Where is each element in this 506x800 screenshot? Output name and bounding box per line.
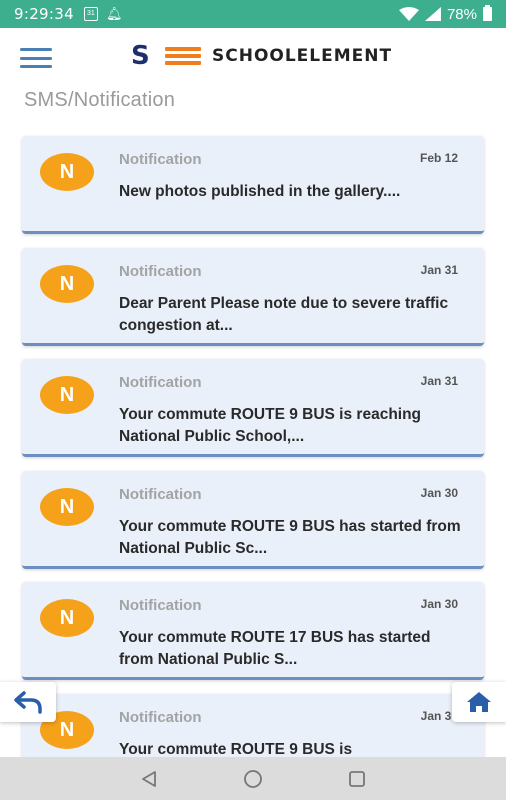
avatar: N xyxy=(40,264,94,303)
avatar: N xyxy=(40,153,94,191)
notification-date: Feb 12 xyxy=(419,151,458,165)
bell-icon: 🔔︎ xyxy=(105,6,123,21)
logo-e-bars xyxy=(165,47,201,65)
page-title: SMS/Notification xyxy=(24,89,176,111)
notification-message: Your commute ROUTE 9 BUS is reaching Nat… xyxy=(119,406,422,445)
brand-name: SCHOOLELEMENT xyxy=(212,46,393,66)
notification-date: Jan 30 xyxy=(420,597,458,611)
nav-recents-button[interactable] xyxy=(345,767,369,791)
nav-back-button[interactable] xyxy=(137,767,161,791)
notification-card[interactable]: N Notification Jan 30 Your commute ROUTE… xyxy=(22,470,484,569)
notification-date: Jan 30 xyxy=(420,485,458,500)
notification-type: Notification xyxy=(119,374,202,391)
notification-message: Your commute ROUTE 17 BUS has started fr… xyxy=(119,629,431,668)
avatar: N xyxy=(40,599,94,637)
notification-type: Notification xyxy=(119,708,202,726)
notification-date: Jan 31 xyxy=(420,262,458,277)
notification-message: Dear Parent Please note due to severe tr… xyxy=(119,294,449,334)
back-button[interactable] xyxy=(0,682,56,722)
notification-type: Notification xyxy=(119,597,202,614)
app-header: S SCHOOLELEMENT xyxy=(0,28,506,86)
hamburger-menu-icon[interactable] xyxy=(20,48,52,68)
triangle-back-icon xyxy=(142,770,156,787)
home-icon xyxy=(467,692,491,712)
battery-percent: 78% xyxy=(446,5,477,23)
home-button[interactable] xyxy=(452,682,506,722)
brand-logo: S SCHOOLELEMENT xyxy=(131,41,393,71)
avatar: N xyxy=(40,376,94,414)
back-arrow-icon xyxy=(14,691,42,714)
nav-home-button[interactable] xyxy=(241,767,265,791)
notification-type: Notification xyxy=(119,262,202,280)
calendar-icon: 31 xyxy=(83,7,98,21)
notification-card[interactable]: N Notification Jan 30 Your commute ROUTE… xyxy=(22,582,484,680)
system-nav-bar xyxy=(0,757,506,800)
status-bar: 9:29:34 31 🔔︎ 78% xyxy=(0,0,506,28)
avatar: N xyxy=(40,487,94,526)
notification-list: N Notification Feb 12 New photos publish… xyxy=(22,136,484,800)
circle-home-icon xyxy=(244,769,262,788)
notification-card[interactable]: N Notification Feb 12 New photos publish… xyxy=(22,136,484,234)
wifi-icon xyxy=(398,7,419,21)
notification-message: Your commute ROUTE 9 BUS has started fro… xyxy=(119,517,461,557)
status-right: 78% xyxy=(398,5,492,23)
battery-icon xyxy=(483,5,492,21)
square-recents-icon xyxy=(349,770,365,787)
notification-card[interactable]: N Notification Jan 31 Your commute ROUTE… xyxy=(22,359,484,457)
notification-type: Notification xyxy=(119,151,202,168)
notification-type: Notification xyxy=(119,485,202,503)
notification-date: Jan 31 xyxy=(420,374,458,388)
notification-card[interactable]: N Notification Jan 31 Dear Parent Please… xyxy=(22,247,484,346)
status-time: 9:29:34 xyxy=(14,5,74,23)
signal-icon xyxy=(424,7,441,21)
logo-s-glyph: S xyxy=(131,41,150,71)
notification-message: New photos published in the gallery.... xyxy=(119,183,401,200)
logo-mark-icon: S xyxy=(131,41,203,71)
